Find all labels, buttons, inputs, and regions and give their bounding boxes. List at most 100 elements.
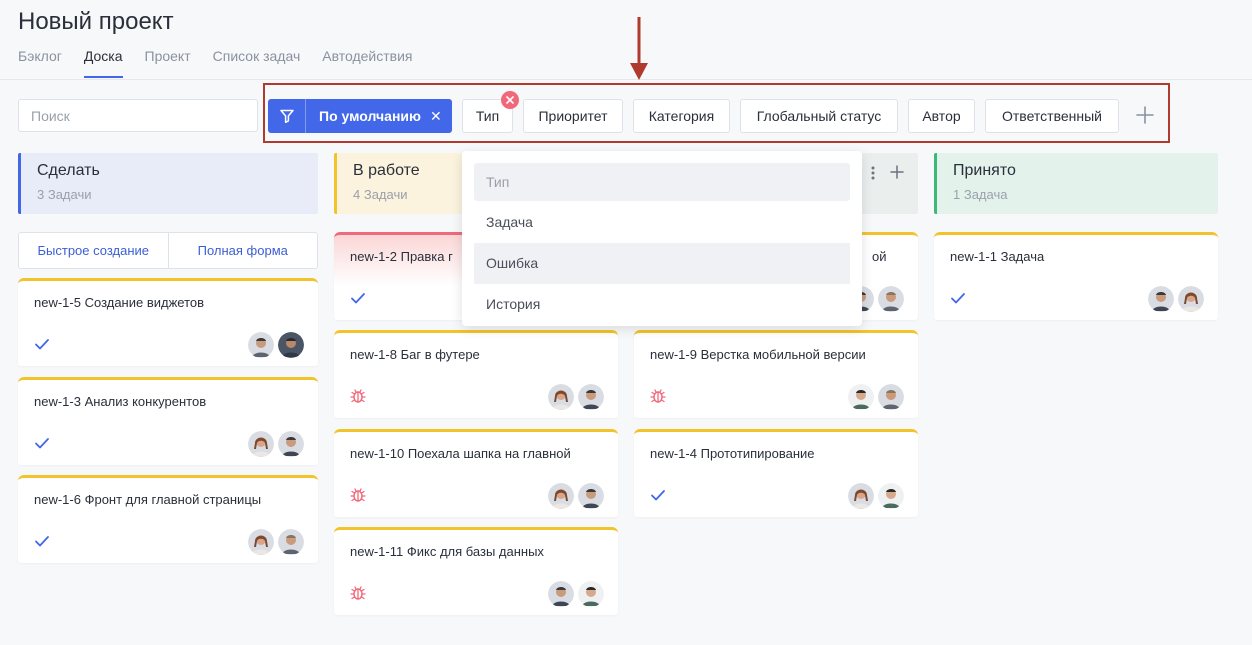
card-text: new-1-6 Фронт для главной страницы <box>34 492 261 507</box>
check-icon <box>35 438 49 449</box>
task-card[interactable]: new-1-3 Анализ конкурентов <box>18 377 318 465</box>
task-card[interactable]: new-1-4 Прототипирование <box>634 429 918 517</box>
avatar[interactable] <box>548 384 574 410</box>
task-title: ой <box>872 249 887 264</box>
filter-chip-assignee[interactable]: Ответственный <box>985 99 1119 133</box>
avatar[interactable] <box>548 483 574 509</box>
task-card[interactable]: new-1-9 Верстка мобильной версии <box>634 330 918 418</box>
card-text: new-1-3 Анализ конкурентов <box>34 394 206 409</box>
check-icon <box>951 293 965 304</box>
avatar[interactable] <box>848 483 874 509</box>
tab-backlog[interactable]: Бэклог <box>18 47 62 78</box>
bug-icon <box>350 488 366 502</box>
type-option[interactable]: Задача <box>474 202 850 243</box>
avatar[interactable] <box>248 431 274 457</box>
task-id: new-1-8 <box>350 347 397 362</box>
task-title: Задача <box>1000 249 1045 264</box>
card-text: new-1-11 Фикс для базы данных <box>350 544 544 559</box>
avatar[interactable] <box>248 332 274 358</box>
avatar[interactable] <box>578 483 604 509</box>
task-id: new-1-11 <box>350 544 404 559</box>
avatar[interactable] <box>548 581 574 607</box>
tabs-divider <box>0 79 1252 80</box>
task-id: new-1-10 <box>350 446 405 461</box>
check-icon <box>35 536 49 547</box>
type-filter-dropdown: Задача Ошибка История <box>462 151 862 326</box>
column-header-accepted: Принято 1 Задача <box>934 153 1218 214</box>
avatar[interactable] <box>248 529 274 555</box>
column-count: 3 Задачи <box>37 187 92 202</box>
avatar[interactable] <box>578 581 604 607</box>
card-text: new-1-4 Прототипирование <box>650 446 815 461</box>
task-id: new-1-2 <box>350 249 397 264</box>
task-id: new-1-4 <box>650 446 697 461</box>
check-icon <box>651 490 665 501</box>
avatar[interactable] <box>878 483 904 509</box>
filter-icon <box>268 99 306 133</box>
assignees <box>548 483 604 509</box>
filter-chip-global-status[interactable]: Глобальный статус <box>740 99 898 133</box>
full-form-button[interactable]: Полная форма <box>167 233 318 268</box>
assignees <box>548 581 604 607</box>
task-title: Прототипирование <box>700 446 815 461</box>
card-text: new-1-5 Создание виджетов <box>34 295 204 310</box>
avatar[interactable] <box>848 384 874 410</box>
card-text: new-1-10 Поехала шапка на главной <box>350 446 571 461</box>
check-icon <box>35 339 49 350</box>
filter-chip-priority[interactable]: Приоритет <box>523 99 623 133</box>
task-title: Поехала шапка на главной <box>407 446 571 461</box>
column-title: Принято <box>953 162 1016 179</box>
assignees <box>248 332 304 358</box>
task-id: new-1-6 <box>34 492 81 507</box>
type-search-input[interactable] <box>474 163 850 201</box>
bug-icon <box>350 389 366 403</box>
tab-task-list[interactable]: Список задач <box>213 47 301 78</box>
avatar[interactable] <box>278 529 304 555</box>
add-filter-icon[interactable] <box>1134 104 1156 126</box>
avatar[interactable] <box>278 431 304 457</box>
task-card[interactable]: new-1-6 Фронт для главной страницы <box>18 475 318 563</box>
card-text: ой <box>872 249 887 264</box>
task-card[interactable]: new-1-11 Фикс для базы данных <box>334 527 618 615</box>
default-filter-button[interactable]: По умолчанию ✕ <box>268 99 452 133</box>
assignees <box>848 483 904 509</box>
filter-chip-category[interactable]: Категория <box>633 99 730 133</box>
type-option[interactable]: История <box>474 284 850 325</box>
avatar[interactable] <box>578 384 604 410</box>
assignees <box>548 384 604 410</box>
task-title: Верстка мобильной версии <box>700 347 866 362</box>
check-icon <box>351 293 365 304</box>
avatar[interactable] <box>1148 286 1174 312</box>
remove-chip-icon[interactable] <box>501 91 519 109</box>
assignees <box>248 431 304 457</box>
column-header-todo: Сделать 3 Задачи <box>18 153 318 214</box>
task-title: Фикс для базы данных <box>406 544 544 559</box>
task-card[interactable]: new-1-8 Баг в футере <box>334 330 618 418</box>
tab-board[interactable]: Доска <box>83 47 123 78</box>
card-text: new-1-9 Верстка мобильной версии <box>650 347 866 362</box>
task-title: Фронт для главной страницы <box>84 492 262 507</box>
task-card[interactable]: new-1-10 Поехала шапка на главной <box>334 429 618 517</box>
quick-create-button[interactable]: Быстрое создание <box>19 233 168 268</box>
task-id: new-1-5 <box>34 295 81 310</box>
task-card[interactable]: new-1-1 Задача <box>934 232 1218 320</box>
task-title: Баг в футере <box>400 347 480 362</box>
avatar[interactable] <box>1178 286 1204 312</box>
clear-filter-icon[interactable]: ✕ <box>430 108 442 125</box>
search-input[interactable] <box>18 99 258 132</box>
column-menu-icon[interactable] <box>868 165 878 181</box>
avatar[interactable] <box>278 332 304 358</box>
avatar[interactable] <box>878 384 904 410</box>
annotation-arrow-icon <box>630 17 648 80</box>
card-text: new-1-2 Правка г <box>350 249 453 264</box>
tab-automations[interactable]: Автодействия <box>322 47 412 78</box>
filter-chip-author[interactable]: Автор <box>908 99 975 133</box>
column-add-icon[interactable] <box>890 165 904 179</box>
task-card[interactable]: new-1-5 Создание виджетов <box>18 278 318 366</box>
tab-project[interactable]: Проект <box>145 47 191 78</box>
project-tabs: Бэклог Доска Проект Список задач Автодей… <box>18 47 434 79</box>
type-option[interactable]: Ошибка <box>474 243 850 284</box>
avatar[interactable] <box>878 286 904 312</box>
task-title: Анализ конкурентов <box>84 394 207 409</box>
assignees <box>248 529 304 555</box>
